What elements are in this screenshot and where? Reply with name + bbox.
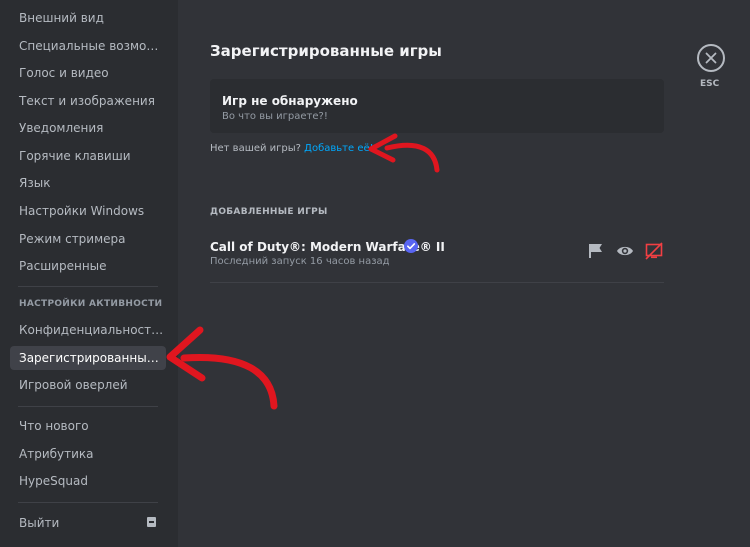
sidebar-item-registered-games[interactable]: Зарегистрированные ...: [10, 346, 166, 370]
sidebar-item-accessibility[interactable]: Специальные возмож...: [10, 34, 166, 58]
logout-label: Выйти: [19, 516, 60, 530]
overlay-off-icon[interactable]: [645, 242, 663, 260]
sidebar-item-language[interactable]: Язык: [10, 171, 166, 195]
annotation-arrow: [166, 326, 278, 410]
sidebar-divider: [18, 502, 158, 503]
close-icon: [705, 52, 717, 64]
sidebar-item-game-overlay[interactable]: Игровой оверлей: [10, 373, 166, 397]
sidebar-item-whats-new[interactable]: Что нового: [10, 414, 166, 438]
sidebar-divider: [18, 286, 158, 287]
sidebar-divider: [18, 406, 158, 407]
esc-label: ESC: [700, 79, 720, 89]
no-game-detected-card: Игр не обнаружено Во что вы играете?!: [210, 79, 664, 133]
missing-game-prompt: Нет вашей игры? Добавьте её!: [210, 143, 374, 154]
verified-icon: [404, 239, 418, 253]
sidebar-item-text-images[interactable]: Текст и изображения: [10, 89, 166, 113]
sidebar-item-appearance[interactable]: Внешний вид: [10, 6, 166, 30]
sidebar-item-logout[interactable]: Выйти: [10, 511, 166, 535]
sidebar-item-activity-privacy[interactable]: Конфиденциальность ...: [10, 318, 166, 342]
sidebar-item-hypesquad[interactable]: HypeSquad: [10, 469, 166, 493]
sidebar-item-keybinds[interactable]: Горячие клавиши: [10, 144, 166, 168]
sidebar-item-voice-video[interactable]: Голос и видео: [10, 61, 166, 85]
added-games-header: ДОБАВЛЕННЫЕ ИГРЫ: [210, 207, 328, 217]
no-game-title: Игр не обнаружено: [222, 94, 358, 108]
game-last-played: Последний запуск 16 часов назад: [210, 256, 390, 267]
logout-icon: [147, 517, 156, 527]
no-game-subtitle: Во что вы играете?!: [222, 111, 328, 122]
sidebar-item-windows-settings[interactable]: Настройки Windows: [10, 199, 166, 223]
page-title: Зарегистрированные игры: [210, 42, 442, 60]
add-game-link[interactable]: Добавьте её!: [304, 143, 373, 154]
sidebar-item-streamer-mode[interactable]: Режим стримера: [10, 227, 166, 251]
close-button[interactable]: [697, 44, 725, 72]
eye-icon[interactable]: [616, 242, 634, 260]
flag-icon[interactable]: [587, 242, 605, 260]
sidebar-item-merch[interactable]: Атрибутика: [10, 442, 166, 466]
annotation-arrow: [368, 133, 440, 173]
missing-game-text: Нет вашей игры?: [210, 143, 301, 154]
sidebar-item-advanced[interactable]: Расширенные: [10, 254, 166, 278]
sidebar-item-notifications[interactable]: Уведомления: [10, 116, 166, 140]
game-row-divider: [210, 282, 664, 283]
sidebar-section-activity-header: НАСТРОЙКИ АКТИВНОСТИ: [19, 299, 163, 309]
settings-sidebar: Внешний вид Специальные возмож... Голос …: [0, 0, 178, 547]
